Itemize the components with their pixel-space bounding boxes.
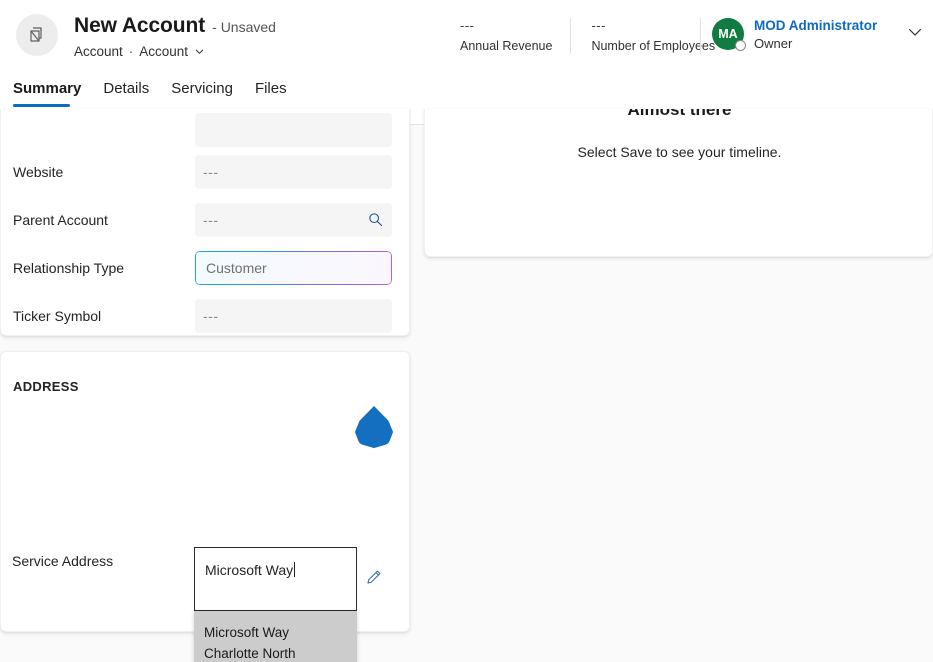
record-header: New Account - Unsaved Account · Account … <box>0 0 933 125</box>
timeline-empty-subtext: Select Save to see your timeline. <box>577 144 782 160</box>
field-row-ticker-symbol: Ticker Symbol --- <box>13 299 399 333</box>
page-title: New Account <box>74 14 206 37</box>
metric-label: Number of Employees <box>591 39 716 53</box>
service-address-field[interactable]: Microsoft Way <box>194 547 357 611</box>
breadcrumb-form[interactable]: Account <box>139 44 188 59</box>
metric-annual-revenue: --- Annual Revenue <box>460 18 570 53</box>
field-label: Ticker Symbol <box>13 308 102 324</box>
service-address-label: Service Address <box>12 553 114 569</box>
address-suggestions-dropdown: Microsoft Way Charlotte North Carolina U… <box>194 611 357 662</box>
field-input-partial[interactable] <box>195 113 392 147</box>
record-state: - Unsaved <box>212 19 276 35</box>
field-label: Website <box>13 164 64 180</box>
parent-account-value: --- <box>203 212 219 228</box>
breadcrumb-separator: · <box>128 44 134 59</box>
right-column: Almost there Select Save to see your tim… <box>424 109 933 662</box>
tab-label: Files <box>254 80 287 97</box>
pencil-icon[interactable] <box>364 568 383 592</box>
tab-label: Summary <box>13 80 82 97</box>
tab-label: Details <box>103 80 150 97</box>
search-icon[interactable] <box>367 211 384 231</box>
timeline-empty-heading: Almost there <box>627 109 732 119</box>
field-row-relationship-type: Relationship Type Customer <box>13 251 399 285</box>
tab-files[interactable]: Files <box>244 80 298 107</box>
text-caret <box>294 562 296 577</box>
header-expand-chevron-down-icon[interactable] <box>905 22 925 47</box>
account-form-page: New Account - Unsaved Account · Account … <box>0 0 933 662</box>
metric-number-of-employees: --- Number of Employees <box>570 18 733 53</box>
form-tabs: Summary Details Servicing Files <box>13 80 298 107</box>
field-row-partial <box>13 113 399 147</box>
account-icon <box>16 14 58 56</box>
tab-label: Servicing <box>171 80 233 97</box>
timeline-card: Almost there Select Save to see your tim… <box>424 109 933 257</box>
service-address-input[interactable]: Microsoft Way <box>194 547 357 611</box>
field-label: Parent Account <box>13 212 108 228</box>
relationship-type-input[interactable]: Customer <box>195 251 392 285</box>
presence-icon <box>735 40 746 51</box>
breadcrumb-entity: Account <box>74 44 123 59</box>
tab-details[interactable]: Details <box>92 80 160 107</box>
record-identity: New Account - Unsaved Account · Account <box>16 14 276 59</box>
tab-servicing[interactable]: Servicing <box>160 80 244 107</box>
avatar-initials: MA <box>718 27 738 41</box>
tab-summary[interactable]: Summary <box>13 80 92 107</box>
owner-role-label: Owner <box>754 36 793 51</box>
form-body: Website --- Parent Account --- Relations… <box>0 109 933 662</box>
field-row-website: Website --- <box>13 155 399 189</box>
avatar: MA <box>712 18 746 51</box>
field-label: Relationship Type <box>13 260 125 276</box>
metric-label: Annual Revenue <box>460 39 553 53</box>
field-row-parent-account: Parent Account --- <box>13 203 399 237</box>
metric-value: --- <box>591 18 606 33</box>
metric-value: --- <box>460 18 475 33</box>
address-section-title: ADDRESS <box>13 379 79 394</box>
breadcrumb: Account · Account <box>74 44 276 59</box>
left-column: Website --- Parent Account --- Relations… <box>0 109 412 662</box>
relationship-type-value: Customer <box>206 260 267 276</box>
website-input[interactable]: --- <box>195 155 392 189</box>
service-address-value: Microsoft Way <box>205 562 294 578</box>
owner-field[interactable]: MA MOD Administrator Owner <box>712 18 877 51</box>
chevron-down-icon[interactable] <box>194 46 205 57</box>
parent-account-input[interactable]: --- <box>195 203 392 237</box>
header-divider <box>700 18 701 54</box>
general-details-card: Website --- Parent Account --- Relations… <box>0 109 410 336</box>
ticker-symbol-input[interactable]: --- <box>195 299 392 333</box>
header-metrics: --- Annual Revenue --- Number of Employe… <box>460 18 733 53</box>
list-item[interactable]: Microsoft Way Charlotte North Carolina U… <box>194 611 357 662</box>
owner-name[interactable]: MOD Administrator <box>754 18 877 33</box>
